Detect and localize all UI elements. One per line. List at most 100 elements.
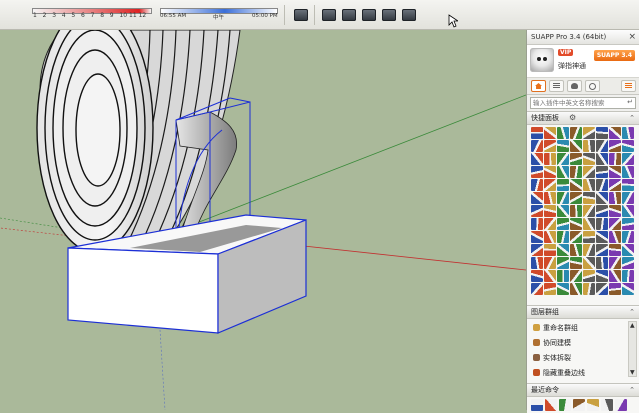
plugin-tool-icon[interactable]	[609, 283, 621, 295]
plugin-tool-icon[interactable]	[544, 205, 556, 217]
plugin-tool-icon[interactable]	[609, 127, 621, 139]
iso-view-icon[interactable]	[342, 9, 356, 21]
scroll-up-icon[interactable]: ▲	[630, 322, 635, 329]
plugin-tool-icon[interactable]	[596, 270, 608, 282]
plugin-tool-icon[interactable]	[531, 231, 543, 243]
plugin-tool-icon[interactable]	[544, 140, 556, 152]
plugin-tool-icon[interactable]	[570, 179, 582, 191]
tab-user[interactable]	[567, 80, 582, 92]
plugin-tool-icon[interactable]	[531, 244, 543, 256]
quick-panel-header[interactable]: 快捷面板 ⚙ ⌃	[527, 111, 639, 125]
plugin-tool-icon[interactable]	[583, 140, 595, 152]
plugin-tool-icon[interactable]	[531, 140, 543, 152]
recent-tool-icon[interactable]	[615, 399, 627, 411]
plugin-tool-icon[interactable]	[557, 218, 569, 230]
plugin-tool-icon[interactable]	[570, 192, 582, 204]
plugin-tool-icon[interactable]	[570, 283, 582, 295]
plugin-tool-icon[interactable]	[622, 192, 634, 204]
plugin-tool-icon[interactable]	[544, 127, 556, 139]
plugin-tool-icon[interactable]	[531, 179, 543, 191]
model-viewport[interactable]	[0, 30, 526, 410]
plugin-tool-icon[interactable]	[609, 231, 621, 243]
plugin-tool-icon[interactable]	[570, 205, 582, 217]
scroll-down-icon[interactable]: ▼	[630, 369, 635, 376]
plugin-tool-icon[interactable]	[531, 283, 543, 295]
chevron-up-icon[interactable]: ⌃	[629, 306, 635, 318]
plugin-tool-icon[interactable]	[531, 166, 543, 178]
recent-commands-header[interactable]: 最近命令 ⌃	[527, 383, 639, 397]
plugin-tool-icon[interactable]	[557, 270, 569, 282]
plugin-tool-icon[interactable]	[544, 231, 556, 243]
plugin-tool-icon[interactable]	[583, 127, 595, 139]
plugin-tool-icon[interactable]	[557, 283, 569, 295]
plugin-tool-icon[interactable]	[557, 166, 569, 178]
plugin-tool-icon[interactable]	[570, 257, 582, 269]
plugin-tool-icon[interactable]	[583, 244, 595, 256]
plugin-tool-icon[interactable]	[544, 166, 556, 178]
plugin-tool-icon[interactable]	[583, 270, 595, 282]
recent-tool-icon[interactable]	[601, 399, 613, 411]
plugin-tool-icon[interactable]	[596, 283, 608, 295]
layer-list-scrollbar[interactable]: ▲ ▼	[628, 321, 637, 377]
plugin-tool-icon[interactable]	[596, 257, 608, 269]
plugin-search[interactable]: ↵	[530, 97, 636, 109]
plugin-tool-icon[interactable]	[544, 218, 556, 230]
avatar[interactable]	[530, 48, 554, 72]
layer-group-header[interactable]: 图层群组 ⌃	[527, 305, 639, 319]
plugin-tool-icon[interactable]	[609, 257, 621, 269]
plugin-tool-icon[interactable]	[583, 153, 595, 165]
plugin-tool-icon[interactable]	[531, 218, 543, 230]
plugin-tool-icon[interactable]	[570, 166, 582, 178]
plugin-tool-icon[interactable]	[622, 270, 634, 282]
plugin-tool-icon[interactable]	[557, 140, 569, 152]
plugin-tool-icon[interactable]	[596, 218, 608, 230]
plugin-tool-icon[interactable]	[544, 179, 556, 191]
plugin-tool-icon[interactable]	[622, 153, 634, 165]
list-item[interactable]: 协同建模	[527, 336, 639, 351]
gear-icon[interactable]: ⚙	[569, 112, 576, 124]
list-item[interactable]: 实体拆裂	[527, 351, 639, 366]
plugin-tool-icon[interactable]	[596, 192, 608, 204]
plugin-tool-icon[interactable]	[583, 218, 595, 230]
plugin-tool-icon[interactable]	[622, 127, 634, 139]
plugin-tool-icon[interactable]	[570, 127, 582, 139]
plugin-tool-icon[interactable]	[622, 218, 634, 230]
plugin-tool-icon[interactable]	[557, 257, 569, 269]
plugin-tool-icon[interactable]	[531, 127, 543, 139]
search-input[interactable]	[531, 98, 627, 108]
version-badge[interactable]: SUAPP 3.4	[593, 50, 635, 61]
chevron-up-icon[interactable]: ⌃	[629, 384, 635, 396]
plugin-tool-icon[interactable]	[583, 179, 595, 191]
plugin-tool-icon[interactable]	[609, 270, 621, 282]
plugin-tool-icon[interactable]	[531, 257, 543, 269]
recent-tool-icon[interactable]	[559, 399, 571, 411]
plugin-tool-icon[interactable]	[596, 127, 608, 139]
side-view-icon[interactable]	[382, 9, 396, 21]
plugin-tool-icon[interactable]	[544, 192, 556, 204]
plugin-tool-icon[interactable]	[557, 244, 569, 256]
tab-search[interactable]	[585, 80, 600, 92]
plugin-tool-icon[interactable]	[609, 179, 621, 191]
plugin-tool-icon[interactable]	[544, 283, 556, 295]
plugin-tool-icon[interactable]	[609, 166, 621, 178]
recent-tool-icon[interactable]	[587, 399, 599, 411]
plugin-tool-icon[interactable]	[583, 205, 595, 217]
plugin-tool-icon[interactable]	[622, 179, 634, 191]
plugin-tool-icon[interactable]	[622, 140, 634, 152]
plugin-tool-icon[interactable]	[596, 231, 608, 243]
recent-tool-icon[interactable]	[545, 399, 557, 411]
recent-tool-icon[interactable]	[531, 399, 543, 411]
plugin-tool-icon[interactable]	[609, 192, 621, 204]
plugin-tool-icon[interactable]	[570, 218, 582, 230]
plugin-tool-icon[interactable]	[622, 205, 634, 217]
plugin-tool-icon[interactable]	[596, 166, 608, 178]
plugin-tool-icon[interactable]	[570, 140, 582, 152]
list-item[interactable]: 重命名群组	[527, 321, 639, 336]
plugin-tool-icon[interactable]	[622, 257, 634, 269]
plugin-tool-icon[interactable]	[583, 231, 595, 243]
plugin-tool-icon[interactable]	[570, 244, 582, 256]
plugin-tool-icon[interactable]	[609, 205, 621, 217]
plugin-tool-icon[interactable]	[622, 231, 634, 243]
plugin-tool-icon[interactable]	[570, 270, 582, 282]
recent-tool-icon[interactable]	[573, 399, 585, 411]
